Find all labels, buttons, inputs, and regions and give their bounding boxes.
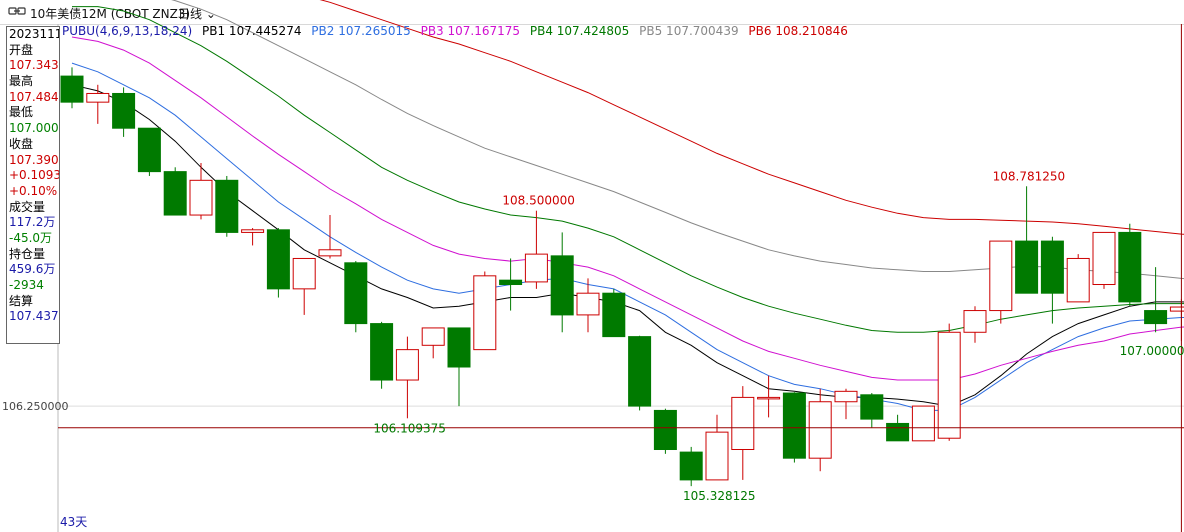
info-oi-value: 459.6万 [9, 262, 56, 277]
price-annotation: 108.500000 [502, 194, 575, 208]
candle-body [86, 92, 110, 103]
y-tick-label: 106.250000 [2, 400, 68, 413]
info-settle-label: 结算 [9, 293, 34, 308]
candle-body [421, 327, 445, 346]
info-close-label: 收盘 [9, 136, 34, 151]
candle-body [653, 409, 677, 451]
series-line-pb3 [71, 36, 1184, 381]
candle-body [60, 75, 84, 103]
legend-pb3: PB3 107.167175 [420, 24, 521, 38]
info-change-pct: +0.10% [9, 183, 58, 198]
candle-body [576, 292, 600, 316]
info-volume-label: 成交量 [9, 199, 46, 214]
info-open-value: 107.343750 [9, 58, 59, 73]
candle-body [782, 392, 806, 459]
candle-body [1169, 306, 1184, 312]
price-annotation: 107.000000 [1120, 344, 1184, 358]
info-oi-label: 持仓量 [9, 246, 46, 261]
candle-body [1066, 257, 1090, 303]
legend-pb5: PB5 107.700439 [639, 24, 739, 38]
candle-body [937, 331, 961, 439]
legend-pb6: PB6 108.210846 [748, 24, 848, 38]
candle-body [808, 401, 832, 459]
candle-body [989, 240, 1013, 312]
info-low-value: 107.000000 [9, 121, 59, 136]
price-annotation: 108.781250 [993, 169, 1066, 183]
candle-body [1092, 231, 1116, 286]
footer-day-count: 43天 [60, 515, 87, 529]
candle-body [395, 349, 419, 381]
candle-body [705, 431, 729, 481]
candle-body [318, 249, 342, 257]
candle-body [1040, 240, 1064, 294]
legend-pb4: PB4 107.424805 [529, 24, 630, 38]
candle-body [834, 390, 858, 403]
info-volume-change: -45.0万 [9, 230, 53, 245]
info-low-label: 最低 [9, 105, 34, 120]
legend-indicator: PUBU(4,6,9,13,18,24) [62, 24, 193, 38]
candlestick-chart[interactable]: 106.250000 108.500000 108.781250 106.109375… [0, 0, 1184, 532]
candle-body [911, 405, 935, 442]
info-oi-change: -2934 [9, 278, 44, 292]
candle-body [163, 171, 187, 216]
legend-pb1: PB1 107.445274 [202, 24, 302, 38]
candle-body [1144, 310, 1168, 325]
series-line-pb2 [71, 62, 1184, 411]
candle-body [731, 396, 755, 451]
candle-body [1118, 231, 1142, 303]
info-close-value: 107.390625 [9, 152, 59, 167]
candle-body [1015, 240, 1039, 294]
candle-body [241, 229, 265, 233]
info-panel: 20231113 开盘 107.343750 最高 107.484375 最低 … [6, 26, 60, 344]
info-date: 20231113 [9, 27, 59, 41]
price-annotation: 105.328125 [683, 489, 756, 503]
legend-pb2: PB2 107.265015 [311, 24, 411, 38]
candle-body [215, 179, 239, 233]
candle-body [860, 394, 884, 420]
candle-body [757, 396, 781, 400]
candle-body [473, 275, 497, 351]
info-volume-value: 117.2万 [9, 215, 56, 230]
indicator-legend: PUBU(4,6,9,13,18,24) PB1 107.445274 PB2 … [62, 24, 854, 38]
info-change-value: +0.109375 [9, 168, 59, 183]
candle-body [137, 127, 161, 173]
candle-body [524, 253, 548, 283]
info-high-value: 107.484375 [9, 89, 59, 104]
candle-body [499, 279, 523, 286]
candle-body [344, 262, 368, 325]
candle-body [886, 422, 910, 442]
series-line-pb5 [171, 0, 1184, 280]
candle-body [963, 310, 987, 333]
candle-body [679, 451, 703, 481]
candle-body [266, 229, 290, 290]
candle-body [602, 292, 626, 338]
info-high-label: 最高 [9, 74, 34, 89]
info-settle-value: 107.437500 [9, 309, 59, 324]
candle-body [112, 92, 136, 129]
candle-body [292, 257, 316, 290]
candle-body [550, 255, 574, 316]
candle-body [370, 323, 394, 381]
candle-body [628, 336, 652, 407]
candle-body [447, 327, 471, 368]
info-open-label: 开盘 [9, 42, 34, 57]
price-annotation: 106.109375 [373, 421, 446, 435]
candle-body [189, 179, 213, 216]
